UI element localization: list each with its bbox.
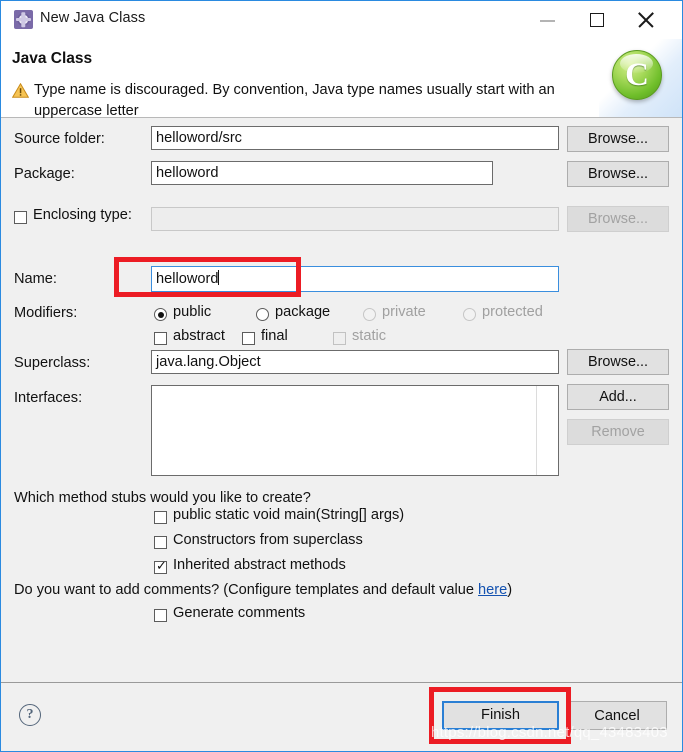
superclass-input[interactable]: java.lang.Object [151, 350, 559, 374]
name-label: Name: [14, 271, 57, 287]
generate-comments-label: Generate comments [173, 605, 306, 621]
stub-checkbox-main[interactable] [154, 511, 167, 524]
modifier-radio-private [363, 308, 376, 321]
modifier-label-private: private [382, 304, 426, 320]
text-caret [218, 270, 220, 285]
package-browse-button[interactable]: Browse... [567, 161, 669, 187]
modifier-checkbox-final[interactable] [242, 332, 255, 345]
source-folder-browse-button[interactable]: Browse... [567, 126, 669, 152]
interfaces-remove-button: Remove [567, 419, 669, 445]
configure-templates-link[interactable]: here [478, 582, 507, 598]
modifier-label-package: package [275, 304, 331, 320]
close-button[interactable] [626, 1, 672, 39]
stub-checkbox-inherited[interactable]: ✓ [154, 560, 167, 574]
source-folder-label: Source folder: [14, 131, 105, 147]
interfaces-add-button[interactable]: Add... [567, 384, 669, 410]
modifier-radio-package[interactable] [256, 308, 269, 321]
cancel-button[interactable]: Cancel [567, 701, 667, 730]
minimize-icon [540, 20, 555, 22]
java-class-logo: C [599, 39, 682, 117]
help-question-icon[interactable]: ? [19, 704, 41, 726]
interfaces-list[interactable] [151, 385, 559, 476]
modifier-checkbox-static [333, 332, 346, 345]
interfaces-scrollbar[interactable] [536, 386, 558, 475]
modifier-radio-public[interactable] [154, 308, 167, 321]
modifier-label-abstract: abstract [173, 328, 225, 344]
dialog-header: Java Class Type name is discouraged. By … [1, 39, 682, 119]
maximize-button[interactable] [574, 1, 620, 39]
enclosing-type-input [151, 207, 559, 231]
enclosing-type-label: Enclosing type: [33, 207, 132, 223]
new-java-class-dialog: New Java Class Java Class Type name is d… [0, 0, 683, 752]
page-title: Java Class [12, 50, 93, 67]
package-input[interactable]: helloword [151, 161, 493, 185]
modifiers-label: Modifiers: [14, 305, 78, 321]
superclass-browse-button[interactable]: Browse... [567, 349, 669, 375]
maximize-icon [590, 13, 604, 27]
stub-label-inherited: Inherited abstract methods [173, 557, 346, 573]
source-folder-input[interactable]: helloword/src [151, 126, 559, 150]
dialog-body: Source folder: helloword/src Browse... P… [1, 119, 682, 682]
modifier-label-static: static [352, 328, 387, 344]
modifier-radio-protected [463, 308, 476, 321]
modifier-label-protected: protected [482, 304, 543, 320]
interfaces-label: Interfaces: [14, 390, 83, 406]
superclass-label: Superclass: [14, 355, 91, 371]
modifier-checkbox-abstract[interactable] [154, 332, 167, 345]
package-label: Package: [14, 166, 75, 182]
stub-checkbox-constructors[interactable] [154, 536, 167, 549]
java-class-gear-icon [14, 10, 33, 29]
enclosing-type-browse-button: Browse... [567, 206, 669, 232]
warning-triangle-icon [12, 83, 29, 98]
finish-button[interactable]: Finish [442, 701, 559, 730]
validation-message: Type name is discouraged. By convention,… [34, 82, 555, 119]
modifier-label-final: final [261, 328, 288, 344]
stub-label-constructors: Constructors from superclass [173, 532, 363, 548]
comments-question: Do you want to add comments? (Configure … [14, 582, 513, 598]
name-input[interactable]: helloword [151, 266, 559, 292]
modifier-label-public: public [173, 304, 212, 320]
generate-comments-checkbox[interactable] [154, 609, 167, 622]
logo-letter: C [625, 56, 649, 93]
stub-label-main: public static void main(String[] args) [173, 507, 405, 523]
window-title: New Java Class [40, 10, 146, 26]
method-stubs-question: Which method stubs would you like to cre… [14, 490, 311, 506]
minimize-button[interactable] [526, 1, 572, 39]
enclosing-type-checkbox[interactable] [14, 211, 27, 224]
title-bar: New Java Class [1, 1, 682, 39]
